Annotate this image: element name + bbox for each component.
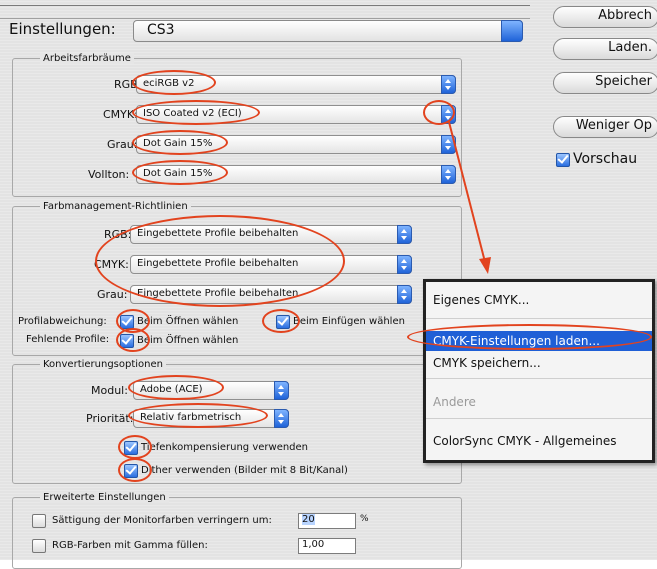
menu-item-label: Andere (433, 395, 476, 409)
color-settings-dialog: Einstellungen: CS3 Abbrech Laden. Speich… (0, 0, 657, 569)
menu-item-label: CMYK speichern... (433, 356, 541, 370)
menu-item-other: Andere (426, 392, 652, 412)
menu-separator (426, 378, 652, 379)
menu-item-custom-cmyk[interactable]: Eigenes CMYK... (426, 290, 652, 310)
menu-separator (426, 318, 652, 319)
menu-item-label: Eigenes CMYK... (433, 293, 530, 307)
menu-item-label: ColorSync CMYK - Allgemeines (433, 434, 617, 448)
annotation-ellipse (407, 324, 652, 350)
menu-item-save-cmyk[interactable]: CMYK speichern... (426, 353, 652, 373)
cmyk-popup-menu: Eigenes CMYK... CMYK-Einstellungen laden… (423, 279, 655, 463)
menu-item-colorsync[interactable]: ColorSync CMYK - Allgemeines (426, 431, 652, 451)
menu-separator (426, 418, 652, 419)
